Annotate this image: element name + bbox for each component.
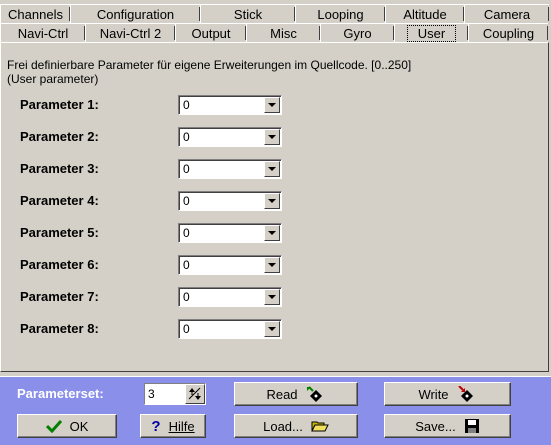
parameter-label: Parameter 4: bbox=[20, 193, 99, 208]
description: Frei definierbare Parameter für eigene E… bbox=[7, 58, 527, 86]
parameter-1-combobox[interactable]: 0 bbox=[178, 95, 282, 115]
parameter-row-5: Parameter 5: 0 bbox=[0, 223, 300, 243]
checkmark-icon bbox=[45, 419, 62, 433]
floppy-disk-icon bbox=[464, 418, 480, 434]
tab-label: Camera bbox=[483, 6, 531, 22]
ok-button[interactable]: OK bbox=[17, 414, 117, 438]
tab-configuration[interactable]: Configuration bbox=[70, 4, 200, 23]
tab-camera[interactable]: Camera bbox=[464, 4, 549, 23]
load-button-label: Load... bbox=[263, 418, 303, 434]
combobox-value: 0 bbox=[183, 290, 190, 304]
combobox-value: 0 bbox=[183, 162, 190, 176]
parameter-row-4: Parameter 4: 0 bbox=[0, 191, 300, 211]
parameter-row-6: Parameter 6: 0 bbox=[0, 255, 300, 275]
chevron-down-icon[interactable] bbox=[264, 193, 280, 209]
parameter-row-3: Parameter 3: 0 bbox=[0, 159, 300, 179]
combobox-value: 0 bbox=[183, 194, 190, 208]
tab-label: Channels bbox=[8, 6, 63, 22]
save-button-label: Save... bbox=[415, 418, 456, 434]
combobox-value: 0 bbox=[183, 258, 190, 272]
tab-navi-ctrl-2[interactable]: Navi-Ctrl 2 bbox=[85, 23, 175, 42]
description-subtext: (User parameter) bbox=[7, 72, 99, 86]
parameter-row-8: Parameter 8: 0 bbox=[0, 319, 300, 339]
parameterset-spinner[interactable]: 3 bbox=[144, 383, 206, 405]
description-text: Frei definierbare Parameter für eigene E… bbox=[7, 58, 412, 72]
parameterset-value: 3 bbox=[148, 387, 155, 401]
read-icon bbox=[306, 386, 326, 402]
parameter-4-combobox[interactable]: 0 bbox=[178, 191, 282, 211]
tab-navi-ctrl[interactable]: Navi-Ctrl bbox=[0, 23, 85, 42]
chevron-down-icon[interactable] bbox=[264, 161, 280, 177]
tab-misc[interactable]: Misc bbox=[246, 23, 320, 42]
chevron-down-icon[interactable] bbox=[264, 289, 280, 305]
combobox-value: 0 bbox=[183, 98, 190, 112]
question-mark-icon: ? bbox=[151, 417, 161, 435]
tab-label: Output bbox=[191, 25, 231, 41]
tab-label: Altitude bbox=[403, 6, 447, 22]
load-button[interactable]: Load... bbox=[234, 414, 358, 438]
chevron-down-icon[interactable] bbox=[264, 129, 280, 145]
chevron-down-icon[interactable] bbox=[264, 321, 280, 337]
parameter-label: Parameter 3: bbox=[20, 161, 99, 176]
combobox-value: 0 bbox=[183, 322, 190, 336]
parameter-label: Parameter 8: bbox=[20, 321, 99, 336]
tab-row-2: Navi-Ctrl Navi-Ctrl 2 Output Misc Gyro U… bbox=[0, 23, 548, 42]
parameter-row-2: Parameter 2: 0 bbox=[0, 127, 300, 147]
parameter-8-combobox[interactable]: 0 bbox=[178, 319, 282, 339]
parameter-2-combobox[interactable]: 0 bbox=[178, 127, 282, 147]
read-button-label: Read bbox=[266, 386, 298, 402]
parameter-label: Parameter 7: bbox=[20, 289, 99, 304]
tab-label: Navi-Ctrl bbox=[17, 25, 69, 41]
tab-stick[interactable]: Stick bbox=[200, 4, 295, 23]
parameter-5-combobox[interactable]: 0 bbox=[178, 223, 282, 243]
bottom-bar: Parameterset: 3 Read Write OK ? Hilfe Lo… bbox=[0, 376, 551, 445]
save-button[interactable]: Save... bbox=[384, 414, 511, 438]
tab-label: Gyro bbox=[343, 25, 372, 41]
spin-updown-icon[interactable] bbox=[185, 384, 205, 404]
read-button[interactable]: Read bbox=[234, 382, 358, 406]
parameter-6-combobox[interactable]: 0 bbox=[178, 255, 282, 275]
parameter-label: Parameter 1: bbox=[20, 97, 99, 112]
folder-open-icon bbox=[311, 419, 329, 433]
help-button[interactable]: ? Hilfe bbox=[140, 414, 206, 438]
tab-output[interactable]: Output bbox=[175, 23, 246, 42]
tab-coupling[interactable]: Coupling bbox=[468, 23, 548, 42]
ok-button-label: OK bbox=[69, 418, 89, 434]
parameter-7-combobox[interactable]: 0 bbox=[178, 287, 282, 307]
tab-user[interactable]: User bbox=[394, 23, 468, 42]
tab-label: Coupling bbox=[482, 25, 535, 41]
tab-gyro[interactable]: Gyro bbox=[320, 23, 394, 42]
tab-label: Looping bbox=[317, 6, 364, 22]
tab-label: User bbox=[406, 24, 457, 42]
parameter-label: Parameter 2: bbox=[20, 129, 99, 144]
tab-altitude[interactable]: Altitude bbox=[385, 4, 464, 23]
tab-label: Navi-Ctrl 2 bbox=[99, 25, 162, 41]
tab-channels[interactable]: Channels bbox=[0, 4, 70, 23]
chevron-down-icon[interactable] bbox=[264, 97, 280, 113]
combobox-value: 0 bbox=[183, 226, 190, 240]
parameterset-label: Parameterset: bbox=[17, 386, 104, 401]
tab-label: Stick bbox=[233, 6, 263, 22]
help-button-label: Hilfe bbox=[168, 418, 195, 434]
parameter-row-1: Parameter 1: 0 bbox=[0, 95, 300, 115]
combobox-value: 0 bbox=[183, 130, 190, 144]
tab-looping[interactable]: Looping bbox=[295, 4, 385, 23]
parameter-label: Parameter 6: bbox=[20, 257, 99, 272]
parameter-row-7: Parameter 7: 0 bbox=[0, 287, 300, 307]
write-button[interactable]: Write bbox=[384, 382, 511, 406]
tab-label: Misc bbox=[270, 25, 297, 41]
write-button-label: Write bbox=[418, 386, 449, 402]
chevron-down-icon[interactable] bbox=[264, 257, 280, 273]
parameter-label: Parameter 5: bbox=[20, 225, 99, 240]
write-icon bbox=[457, 386, 477, 402]
tab-label: Configuration bbox=[96, 6, 175, 22]
chevron-down-icon[interactable] bbox=[264, 225, 280, 241]
parameter-3-combobox[interactable]: 0 bbox=[178, 159, 282, 179]
tab-row-1: Channels Configuration Stick Looping Alt… bbox=[0, 4, 549, 23]
